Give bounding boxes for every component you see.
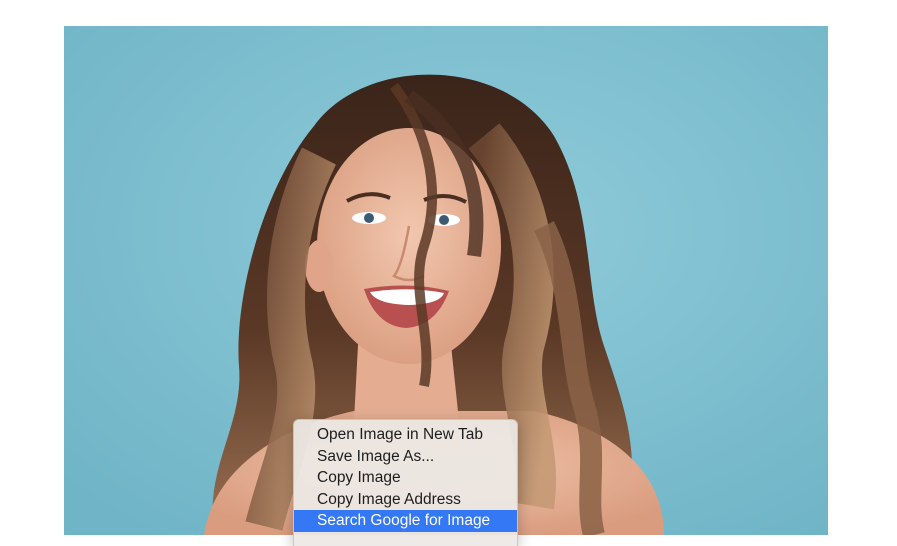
menu-item-save-image-as[interactable]: Save Image As... <box>294 446 517 468</box>
menu-item-copy-image[interactable]: Copy Image <box>294 467 517 489</box>
menu-item-search-google-for-image[interactable]: Search Google for Image <box>294 510 517 532</box>
image-context-menu: Open Image in New Tab Save Image As... C… <box>293 419 518 546</box>
menu-item-copy-image-address[interactable]: Copy Image Address <box>294 489 517 511</box>
browser-page: Open Image in New Tab Save Image As... C… <box>0 0 897 546</box>
menu-item-open-image-new-tab[interactable]: Open Image in New Tab <box>294 424 517 446</box>
